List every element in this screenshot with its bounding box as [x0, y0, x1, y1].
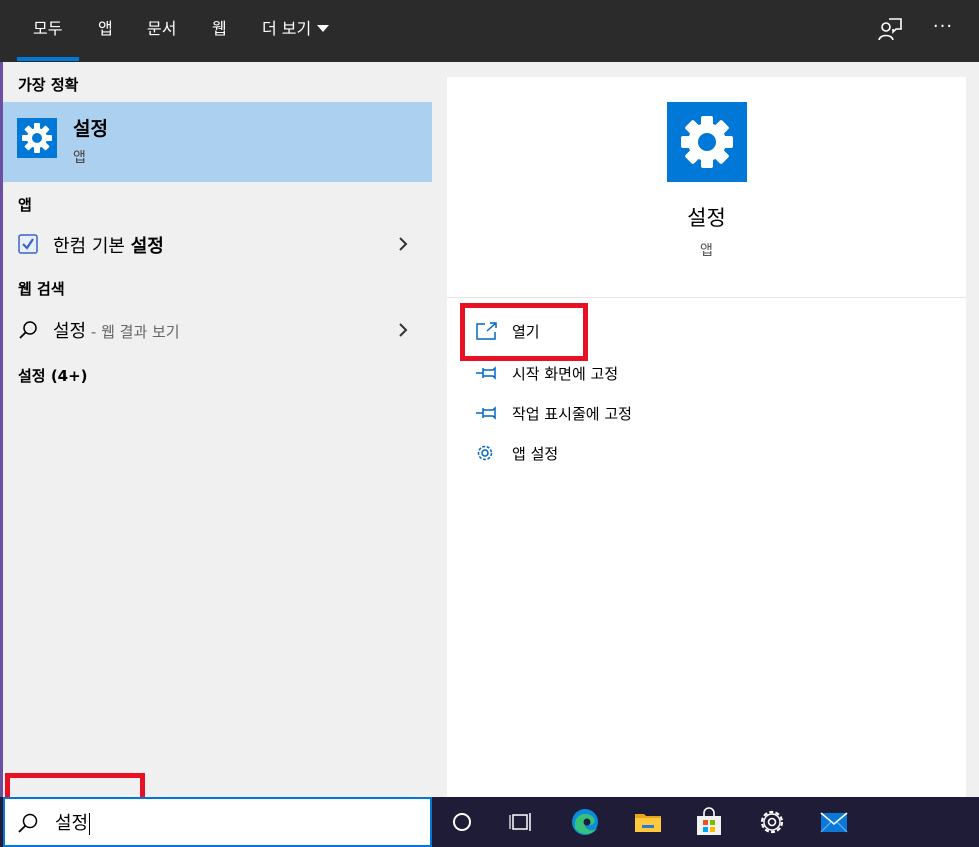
settings-icon[interactable] — [756, 806, 788, 838]
pin-to-start-label: 시작 화면에 고정 — [512, 365, 619, 383]
taskbar-search-box[interactable]: 설정 — [3, 797, 432, 847]
tab-all[interactable]: 모두 — [33, 0, 62, 62]
pin-icon — [476, 406, 496, 420]
apps-heading: 앱 — [18, 196, 32, 214]
tab-web[interactable]: 웹 — [212, 0, 227, 62]
store-icon[interactable] — [693, 806, 725, 838]
app-result-prefix: 한컴 기본 — [53, 236, 131, 257]
preview-pane: 설정 앱 열기 시작 화면에 고정 작업 표시줄에 고정 앱 설정 — [432, 62, 979, 797]
chevron-right-icon — [399, 237, 408, 251]
pin-to-taskbar-label: 작업 표시줄에 고정 — [512, 405, 632, 423]
app-result-match: 설정 — [130, 236, 164, 257]
cortana-icon[interactable] — [446, 806, 478, 838]
tab-label: 모두 — [33, 19, 63, 38]
pin-to-start-action[interactable]: 시작 화면에 고정 — [475, 359, 775, 389]
tab-label: 웹 — [212, 19, 227, 38]
search-tab-bar: 모두 앱 문서 웹 더 보기 ··· — [0, 0, 979, 62]
chevron-right-icon — [399, 323, 408, 337]
dropdown-arrow-icon — [317, 24, 330, 32]
gear-icon — [667, 102, 747, 182]
more-options-button[interactable]: ··· — [928, 14, 958, 44]
results-pane: 가장 정확 설정 앱 앱 한컴 기본 설정 웹 검색 설정 - 웹 결과 보기 … — [0, 62, 432, 797]
mail-icon[interactable] — [818, 806, 850, 838]
web-result-label: 설정 - 웹 결과 보기 — [53, 317, 180, 343]
tab-documents[interactable]: 문서 — [147, 0, 176, 62]
file-explorer-icon[interactable] — [632, 806, 664, 838]
search-input[interactable]: 설정 — [55, 809, 91, 835]
app-settings-action[interactable]: 앱 설정 — [475, 439, 775, 469]
pin-to-taskbar-action[interactable]: 작업 표시줄에 고정 — [475, 399, 775, 429]
search-icon — [18, 813, 38, 833]
task-view-icon[interactable] — [506, 806, 538, 838]
gear-icon — [17, 118, 57, 158]
best-match-title: 설정 — [73, 118, 108, 140]
edge-icon[interactable] — [569, 806, 601, 838]
search-query: 설정 — [55, 813, 89, 834]
app-result-hancom-settings[interactable]: 한컴 기본 설정 — [3, 224, 432, 264]
search-icon — [19, 321, 37, 339]
tab-label: 앱 — [98, 19, 113, 38]
tab-apps[interactable]: 앱 — [98, 0, 113, 62]
divider — [447, 297, 966, 298]
text-caret — [89, 813, 91, 835]
active-tab-indicator — [17, 57, 79, 61]
best-match-subtitle: 앱 — [73, 150, 86, 166]
app-result-label: 한컴 기본 설정 — [53, 232, 164, 258]
tab-more[interactable]: 더 보기 — [262, 0, 330, 62]
feedback-icon[interactable] — [875, 14, 905, 44]
preview-title: 설정 — [687, 206, 726, 230]
best-match-result[interactable]: 설정 앱 — [3, 102, 432, 182]
preview-subtitle: 앱 — [700, 243, 713, 259]
web-result-text: 설정 — [53, 321, 87, 342]
web-search-result[interactable]: 설정 - 웹 결과 보기 — [3, 310, 432, 350]
preview-card: 설정 앱 열기 시작 화면에 고정 작업 표시줄에 고정 앱 설정 — [447, 77, 966, 797]
best-match-heading: 가장 정확 — [18, 76, 79, 94]
taskbar: 설정 — [0, 797, 979, 847]
tab-label: 문서 — [147, 19, 177, 38]
checklist-icon — [18, 234, 38, 254]
tab-label: 더 보기 — [262, 19, 312, 38]
app-settings-label: 앱 설정 — [512, 445, 559, 463]
web-search-heading: 웹 검색 — [18, 280, 65, 298]
web-result-suffix: - 웹 결과 보기 — [86, 323, 180, 341]
pin-icon — [476, 366, 496, 380]
settings-heading[interactable]: 설정 (4+) — [18, 365, 88, 386]
highlight-open — [460, 303, 588, 361]
gear-icon — [477, 445, 493, 461]
